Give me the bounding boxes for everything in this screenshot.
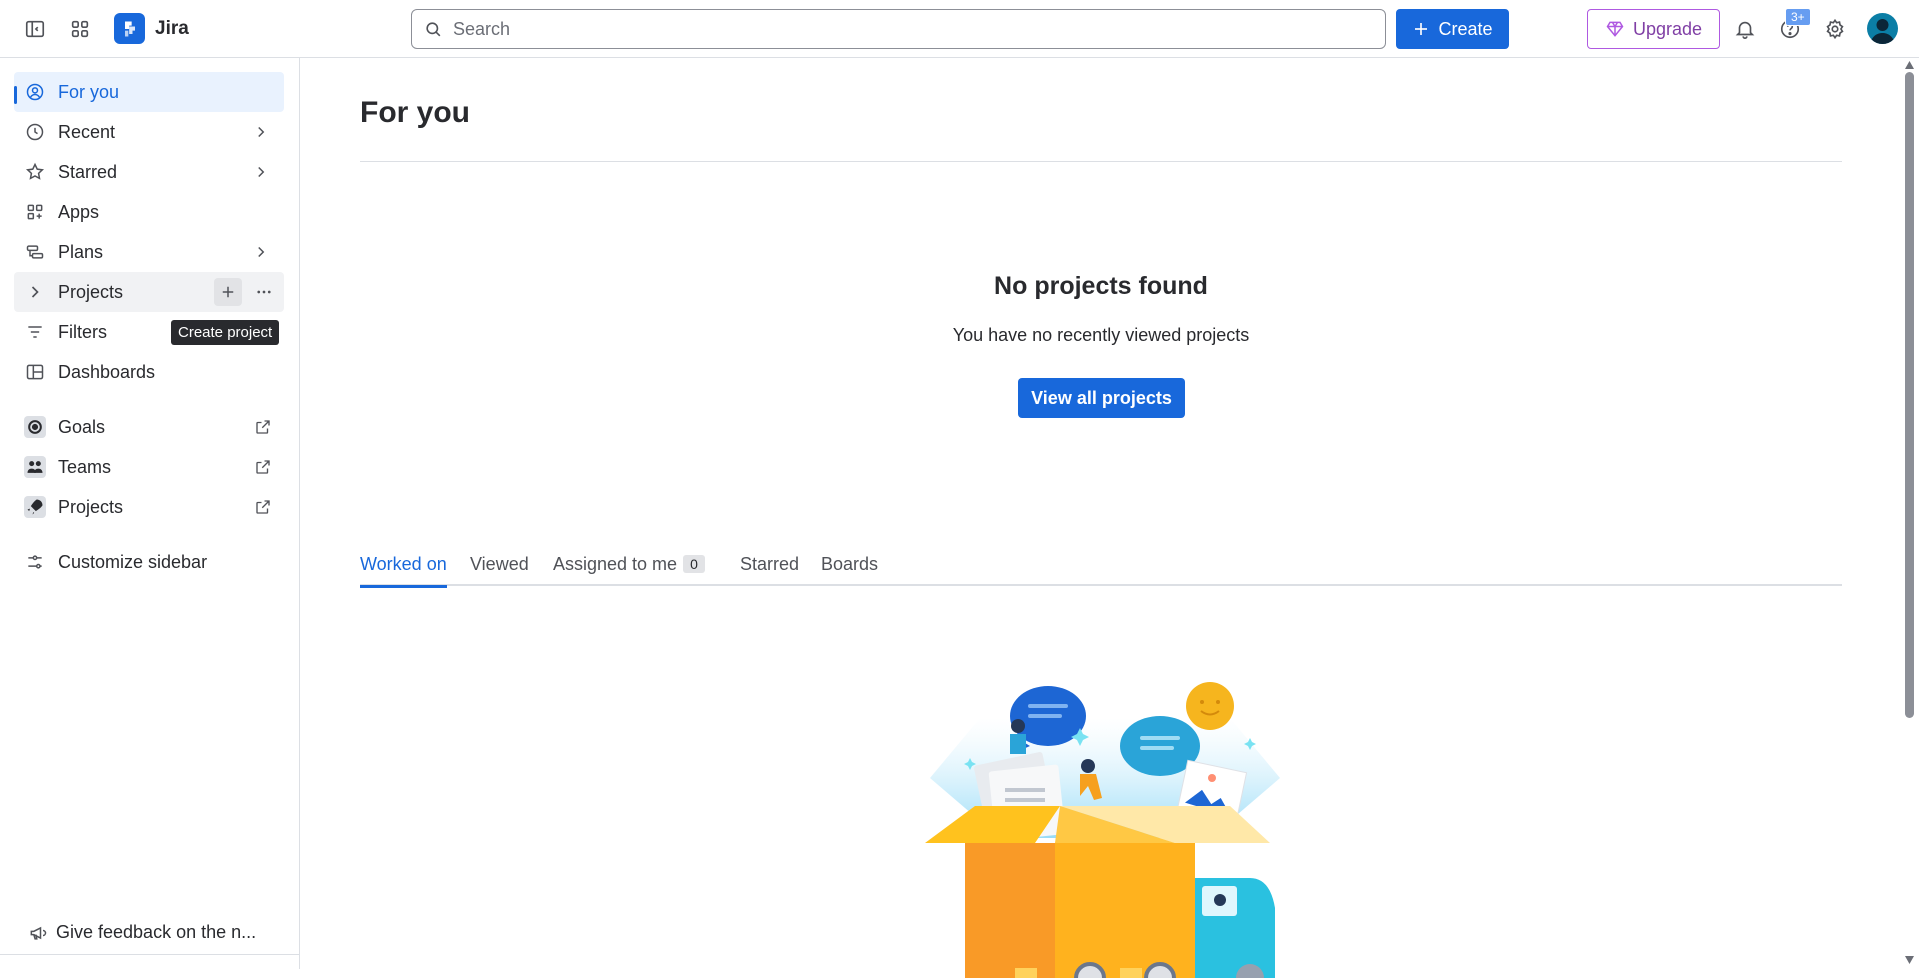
teams-app-icon: [24, 456, 46, 478]
sidebar-item-apps[interactable]: Apps: [14, 192, 284, 232]
filter-icon: [24, 321, 46, 343]
sidebar-item-label: Customize sidebar: [58, 551, 208, 572]
chevron-right-icon: [258, 126, 265, 138]
dashboard-icon: [24, 361, 46, 383]
gem-icon: [1606, 21, 1624, 37]
sidebar-item-teams[interactable]: Teams: [14, 447, 284, 487]
page-scrollbar[interactable]: [1900, 58, 1919, 969]
rocket-icon: [24, 496, 46, 518]
sidebar-item-projects[interactable]: Projects: [14, 272, 284, 312]
empty-state-title: No projects found: [994, 272, 1208, 300]
sidebar-item-goals[interactable]: Goals: [14, 407, 284, 447]
tab-viewed[interactable]: Viewed: [470, 554, 529, 586]
sidebar-item-label: For you: [58, 81, 120, 102]
scroll-down-arrow-icon[interactable]: [1904, 955, 1915, 965]
tab-list: Worked on Viewed Assigned to me 0 Starred…: [360, 554, 1842, 588]
sidebar-toggle-icon[interactable]: [19, 13, 51, 45]
projects-app-icon: [24, 496, 46, 518]
external-link-icon: [256, 420, 270, 434]
goals-app-icon: [24, 416, 46, 438]
tab-label: Assigned to me: [553, 554, 678, 574]
external-link-icon: [256, 500, 270, 514]
create-project-tooltip: Create project: [171, 320, 280, 345]
sidebar-item-for-you[interactable]: For you: [14, 72, 284, 112]
sidebar-item-label: Starred: [58, 161, 118, 182]
page-title: For you: [360, 96, 470, 129]
sidebar-item-label: Projects: [58, 496, 124, 517]
upgrade-label: Upgrade: [1632, 18, 1703, 39]
jira-logo[interactable]: Jira: [114, 13, 189, 44]
clock-icon: [24, 121, 46, 143]
chevron-right-icon[interactable]: [24, 281, 46, 303]
projects-actions: [214, 278, 278, 306]
teams-icon: [24, 456, 46, 478]
goals-icon: [24, 416, 46, 438]
upgrade-button[interactable]: Upgrade: [1587, 9, 1720, 49]
count-badge: 0: [683, 555, 705, 573]
empty-box-illustration: [925, 682, 1280, 978]
tab-boards[interactable]: Boards: [821, 554, 878, 586]
tab-label: Starred: [740, 554, 800, 574]
divider: [360, 161, 1842, 162]
tab-label: Viewed: [470, 554, 529, 574]
tab-starred[interactable]: Starred: [740, 554, 799, 586]
scroll-up-arrow-icon[interactable]: [1904, 60, 1915, 70]
settings-gear-icon[interactable]: [1819, 13, 1851, 45]
active-indicator: [14, 86, 17, 104]
create-project-button[interactable]: [214, 278, 242, 306]
megaphone-icon: [30, 926, 47, 940]
more-icon: [257, 290, 271, 294]
sidebar-item-dashboards[interactable]: Dashboards: [14, 352, 284, 392]
notifications-icon[interactable]: [1729, 13, 1761, 45]
help-badge: 3+: [1785, 8, 1811, 26]
scroll-thumb[interactable]: [1905, 72, 1914, 718]
search-box[interactable]: [411, 9, 1386, 49]
sidebar-item-label: Plans: [58, 241, 104, 262]
sidebar-item-customize[interactable]: Customize sidebar: [14, 542, 284, 582]
sidebar-item-label: Goals: [58, 416, 106, 437]
app-switcher-icon[interactable]: [64, 13, 96, 45]
plans-icon: [24, 241, 46, 263]
sidebar-item-label: Projects: [58, 281, 124, 302]
tab-label: Worked on: [360, 554, 447, 574]
top-navigation: Jira Create Upgrade 3+: [0, 0, 1919, 58]
chevron-right-icon: [258, 166, 265, 178]
main-content: For you No projects found You have no re…: [300, 58, 1900, 978]
customize-icon: [24, 551, 46, 573]
sidebar-item-projects-app[interactable]: Projects: [14, 487, 284, 527]
feedback-label: Give feedback on the n...: [56, 922, 257, 942]
star-icon: [24, 161, 46, 183]
plus-icon: [222, 286, 234, 298]
create-label: Create: [1438, 18, 1493, 39]
view-all-projects-button[interactable]: View all projects: [1018, 378, 1185, 418]
plus-icon: [1415, 23, 1428, 35]
jira-logo-icon: [114, 13, 145, 44]
sidebar-item-label: Teams: [58, 456, 112, 477]
sidebar: For you Recent Starred Apps Plans Projec…: [0, 58, 300, 969]
more-actions-button[interactable]: [250, 278, 278, 306]
tab-label: Boards: [821, 554, 879, 574]
user-circle-icon: [24, 81, 46, 103]
sidebar-item-plans[interactable]: Plans: [14, 232, 284, 272]
apps-icon: [24, 201, 46, 223]
give-feedback-button[interactable]: Give feedback on the n...: [28, 922, 256, 943]
chevron-right-icon: [258, 246, 265, 258]
tab-worked-on[interactable]: Worked on: [360, 554, 447, 588]
sidebar-item-recent[interactable]: Recent: [14, 112, 284, 152]
sidebar-item-label: Filters: [58, 321, 107, 342]
create-button[interactable]: Create: [1396, 9, 1509, 49]
search-input[interactable]: [453, 18, 1385, 40]
empty-state-subtitle: You have no recently viewed projects: [952, 325, 1250, 345]
app-name: Jira: [155, 17, 189, 39]
sidebar-item-label: Dashboards: [58, 361, 156, 382]
divider: [0, 954, 300, 955]
search-icon: [426, 21, 441, 36]
user-avatar[interactable]: [1867, 13, 1898, 44]
tab-assigned-to-me[interactable]: Assigned to me 0: [553, 554, 705, 586]
sidebar-item-label: Apps: [58, 201, 100, 222]
external-link-icon: [256, 460, 270, 474]
sidebar-item-starred[interactable]: Starred: [14, 152, 284, 192]
sidebar-item-label: Recent: [58, 121, 116, 142]
